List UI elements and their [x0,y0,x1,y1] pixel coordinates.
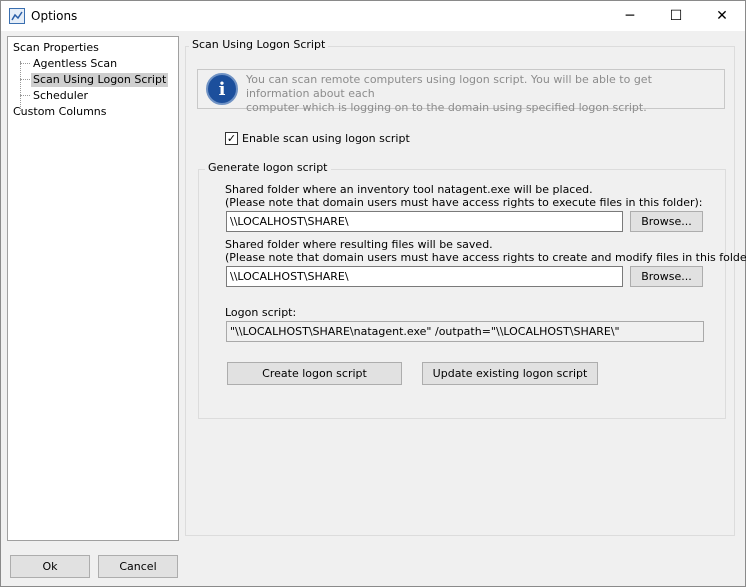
browse-button-2[interactable]: Browse... [630,266,703,287]
tree-item-custom-columns[interactable]: Custom Columns [13,105,107,119]
ok-button[interactable]: Ok [10,555,90,578]
tree-connector [20,95,30,96]
tree-item-scan-using-logon-script[interactable]: Scan Using Logon Script [31,73,169,87]
shared-folder-label-1: Shared folder where an inventory tool na… [225,183,593,196]
tree-item-scan-properties[interactable]: Scan Properties [13,41,99,55]
app-icon [9,8,25,24]
title-bar: Options ─ ☐ ✕ [1,1,745,31]
info-icon: i [206,73,238,105]
tree-item-scheduler[interactable]: Scheduler [33,89,88,103]
cancel-button[interactable]: Cancel [98,555,178,578]
browse-button-1[interactable]: Browse... [630,211,703,232]
settings-panel: Scan Using Logon Script i You can scan r… [185,36,746,541]
tree-connector [20,79,30,80]
minimize-button[interactable]: ─ [607,1,653,31]
shared-folder-input-1[interactable]: \\LOCALHOST\SHARE\ [226,211,623,232]
info-line: You can scan remote computers using logo… [246,73,652,100]
tree-connector [20,63,30,64]
window-title: Options [31,9,78,23]
tree-connector [20,61,21,111]
update-logon-script-button[interactable]: Update existing logon script [422,362,598,385]
shared-folder-note-1: (Please note that domain users must have… [225,196,703,209]
options-tree[interactable]: Scan Properties Agentless Scan Scan Usin… [7,36,179,541]
section-title: Scan Using Logon Script [189,38,329,51]
shared-folder-note-2: (Please note that domain users must have… [225,251,746,264]
enable-scan-label[interactable]: Enable scan using logon script [242,132,410,145]
shared-folder-input-2[interactable]: \\LOCALHOST\SHARE\ [226,266,623,287]
enable-scan-row[interactable]: ✓ Enable scan using logon script [225,132,410,145]
info-text: You can scan remote computers using logo… [246,73,716,115]
tree-item-agentless-scan[interactable]: Agentless Scan [33,57,117,71]
logon-script-field[interactable]: "\\LOCALHOST\SHARE\natagent.exe" /outpat… [226,321,704,342]
shared-folder-label-2: Shared folder where resulting files will… [225,238,493,251]
close-button[interactable]: ✕ [699,1,745,31]
info-line: computer which is logging on to the doma… [246,101,647,114]
options-window: Options ─ ☐ ✕ Scan Properties Agentless … [0,0,746,587]
logon-script-label: Logon script: [225,306,297,319]
maximize-button[interactable]: ☐ [653,1,699,31]
info-box: i You can scan remote computers using lo… [197,69,725,114]
generate-group-title: Generate logon script [205,161,331,174]
enable-scan-checkbox[interactable]: ✓ [225,132,238,145]
create-logon-script-button[interactable]: Create logon script [227,362,402,385]
